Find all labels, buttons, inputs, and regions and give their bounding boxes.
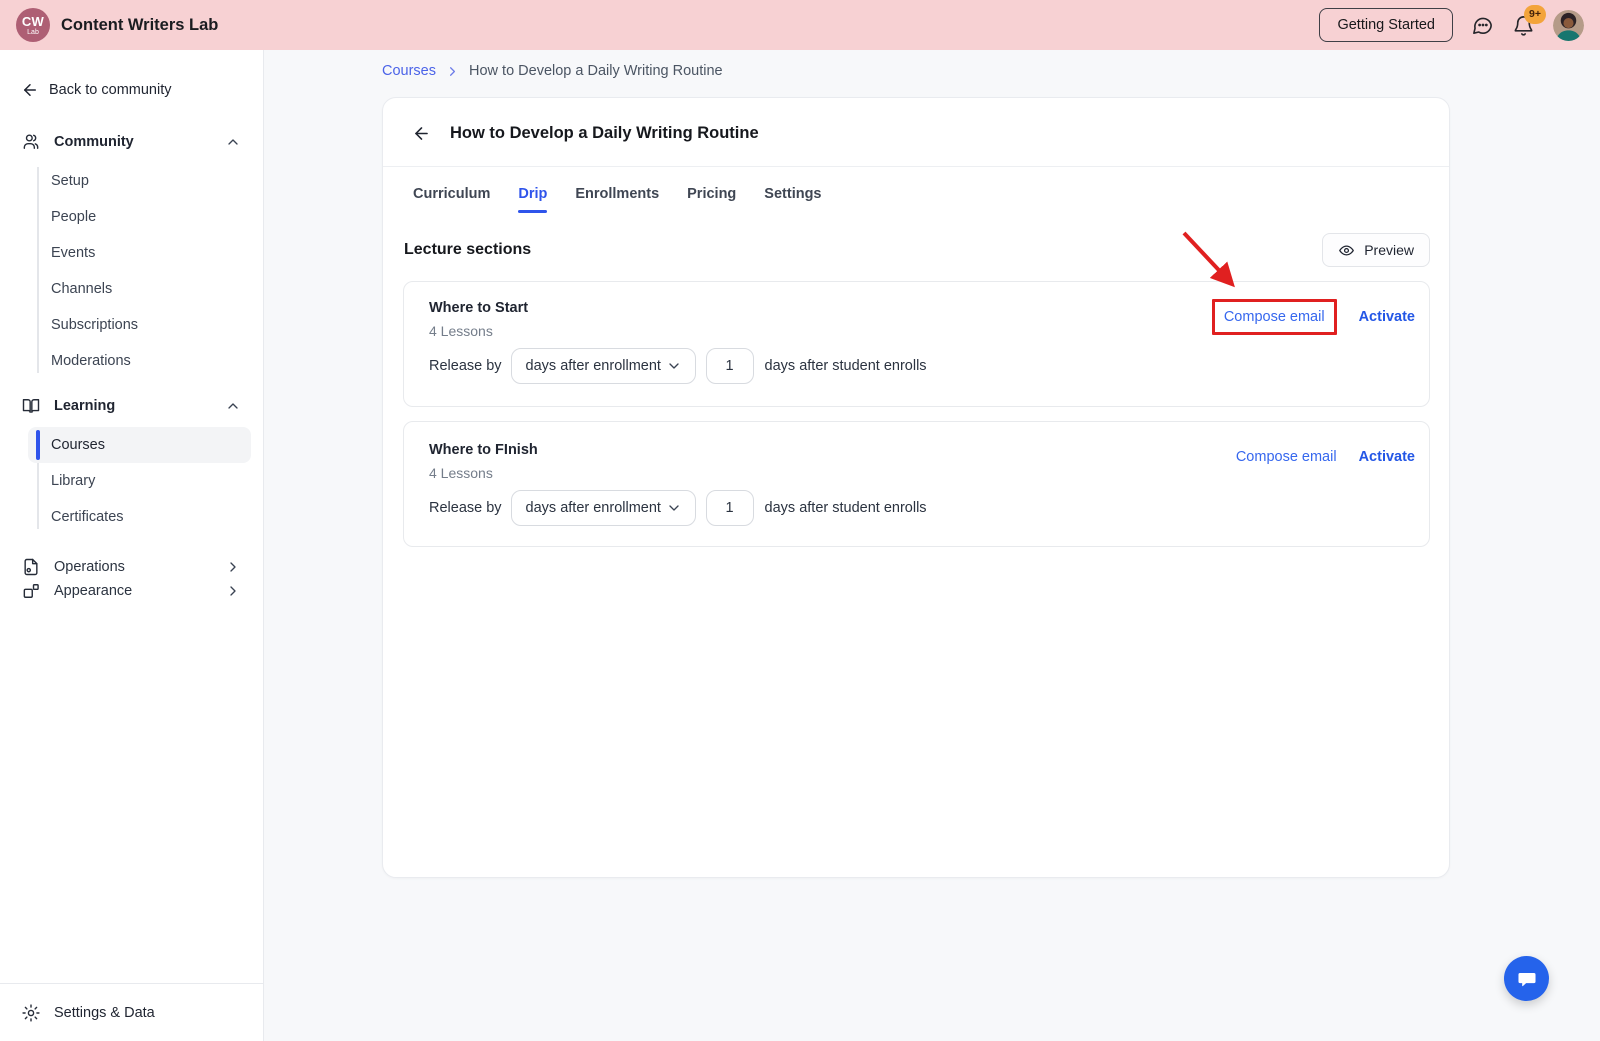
appearance-blocks-icon [21, 581, 41, 601]
sidebar-item-subscriptions[interactable]: Subscriptions [28, 307, 251, 343]
chevron-up-icon [225, 134, 241, 150]
chevron-right-icon [445, 64, 460, 79]
sidebar-item-operations[interactable]: Operations [0, 555, 263, 579]
activate-link[interactable]: Activate [1359, 449, 1415, 465]
sidebar-item-appearance[interactable]: Appearance [0, 579, 263, 603]
user-avatar[interactable] [1553, 10, 1584, 41]
app-header: CW Lab Content Writers Lab Getting Start… [0, 0, 1600, 50]
preview-button[interactable]: Preview [1322, 233, 1430, 267]
brand-logo-initials: CW [22, 15, 44, 28]
chevron-down-icon [666, 500, 682, 516]
brand-name: Content Writers Lab [61, 16, 218, 35]
chat-bubble-icon [1516, 968, 1538, 990]
days-suffix-label: days after student enrolls [765, 500, 927, 516]
release-by-selected-option: days after enrollment [526, 500, 661, 516]
chevron-up-icon [225, 398, 241, 414]
release-by-label: Release by [429, 500, 502, 516]
sidebar-item-certificates[interactable]: Certificates [28, 499, 251, 535]
notifications-badge: 9+ [1524, 5, 1546, 24]
chevron-right-icon [225, 559, 241, 575]
breadcrumb-current: How to Develop a Daily Writing Routine [469, 63, 723, 79]
activate-link[interactable]: Activate [1359, 309, 1415, 325]
days-input[interactable] [706, 348, 754, 384]
release-by-select[interactable]: days after enrollment [511, 490, 696, 526]
course-title-row: How to Develop a Daily Writing Routine [383, 98, 1449, 167]
breadcrumb: Courses How to Develop a Daily Writing R… [382, 63, 723, 79]
sidebar-item-channels[interactable]: Channels [28, 271, 251, 307]
brand-logo[interactable]: CW Lab [16, 8, 50, 42]
section-lesson-count: 4 Lessons [429, 465, 1415, 481]
settings-and-data-link[interactable]: Settings & Data [0, 983, 263, 1041]
sidebar-item-appearance-label: Appearance [54, 583, 132, 599]
sidebar-group-learning-label: Learning [54, 398, 115, 414]
sidebar-group-community-label: Community [54, 134, 134, 150]
release-by-select[interactable]: days after enrollment [511, 348, 696, 384]
sidebar-item-courses[interactable]: Courses [28, 427, 251, 463]
lecture-sections-heading: Lecture sections [403, 241, 531, 259]
messages-icon[interactable] [1471, 14, 1494, 37]
arrow-left-icon [21, 81, 39, 99]
main-content: Courses How to Develop a Daily Writing R… [264, 50, 1600, 1041]
sidebar-group-community: Community Setup People Events Channels S… [0, 130, 263, 379]
tab-pricing[interactable]: Pricing [687, 167, 736, 220]
sidebar-item-operations-label: Operations [54, 559, 125, 575]
learning-book-icon [21, 396, 41, 416]
sidebar-group-community-header[interactable]: Community [0, 130, 263, 154]
sidebar-group-learning: Learning Courses Library Certificates [0, 394, 263, 535]
brand-logo-sub: Lab [27, 29, 39, 36]
compose-email-highlight-box: Compose email [1212, 299, 1337, 335]
community-people-icon [21, 132, 41, 152]
chat-widget-button[interactable] [1504, 956, 1549, 1001]
sidebar: Back to community Community Setup People… [0, 50, 264, 1041]
sidebar-item-setup[interactable]: Setup [28, 163, 251, 199]
course-tabs: Curriculum Drip Enrollments Pricing Sett… [383, 167, 1449, 220]
compose-email-link[interactable]: Compose email [1224, 309, 1325, 325]
course-title: How to Develop a Daily Writing Routine [450, 124, 759, 143]
days-input[interactable] [706, 490, 754, 526]
eye-icon [1338, 242, 1355, 259]
sidebar-item-events[interactable]: Events [28, 235, 251, 271]
back-arrow-button[interactable] [412, 124, 431, 143]
getting-started-button[interactable]: Getting Started [1319, 8, 1453, 42]
sidebar-item-moderations[interactable]: Moderations [28, 343, 251, 379]
days-suffix-label: days after student enrolls [765, 358, 927, 374]
preview-button-label: Preview [1364, 242, 1414, 258]
back-to-community-label: Back to community [49, 82, 172, 98]
tab-drip[interactable]: Drip [518, 167, 547, 220]
tab-enrollments[interactable]: Enrollments [575, 167, 659, 220]
release-by-label: Release by [429, 358, 502, 374]
notifications-bell-icon[interactable]: 9+ [1512, 14, 1535, 37]
course-card: How to Develop a Daily Writing Routine C… [382, 97, 1450, 878]
release-by-selected-option: days after enrollment [526, 358, 661, 374]
sidebar-group-learning-header[interactable]: Learning [0, 394, 263, 418]
breadcrumb-courses-link[interactable]: Courses [382, 63, 436, 79]
compose-email-link[interactable]: Compose email [1236, 449, 1337, 465]
gear-icon [21, 1003, 41, 1023]
lecture-section-where-to-finish: Where to FInish 4 Lessons Release by day… [403, 421, 1430, 547]
sidebar-item-library[interactable]: Library [28, 463, 251, 499]
back-to-community-link[interactable]: Back to community [21, 80, 243, 100]
chevron-down-icon [666, 358, 682, 374]
sidebar-community-items: Setup People Events Channels Subscriptio… [0, 163, 263, 379]
tab-curriculum[interactable]: Curriculum [413, 167, 490, 220]
drip-tab-content: Lecture sections Preview Where to Start … [383, 220, 1449, 547]
lecture-section-where-to-start: Where to Start 4 Lessons Release by days… [403, 281, 1430, 407]
tab-settings[interactable]: Settings [764, 167, 821, 220]
sidebar-learning-items: Courses Library Certificates [0, 427, 263, 535]
sidebar-item-people[interactable]: People [28, 199, 251, 235]
chevron-right-icon [225, 583, 241, 599]
operations-file-icon [21, 557, 41, 577]
settings-and-data-label: Settings & Data [54, 1005, 155, 1021]
